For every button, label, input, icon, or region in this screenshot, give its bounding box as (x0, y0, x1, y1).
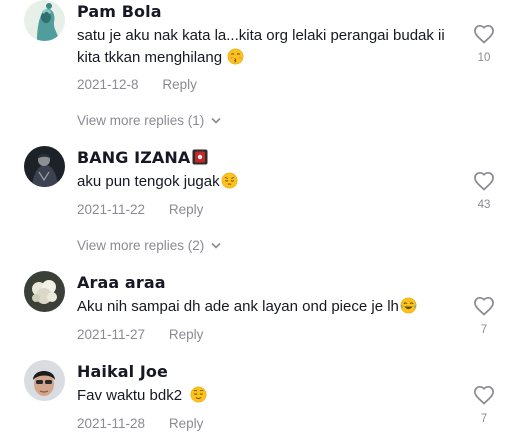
playing-card-emoji (192, 149, 208, 165)
heart-outline-icon[interactable] (473, 385, 495, 405)
heart-outline-icon[interactable] (473, 296, 495, 316)
kissing-face-emoji (227, 48, 244, 65)
like-count: 7 (480, 324, 488, 336)
like-button[interactable]: 7 (470, 296, 498, 336)
like-button[interactable]: 10 (470, 24, 498, 64)
reply-button[interactable]: Reply (169, 327, 204, 342)
comment-text: aku pun tengok jugak (77, 171, 462, 193)
heart-outline-icon[interactable] (473, 24, 495, 44)
comment-meta: 2021-11-27 Reply (77, 327, 203, 342)
avatar-image (24, 146, 65, 187)
view-more-replies-button[interactable]: View more replies (2) (77, 238, 221, 253)
heart-outline-icon[interactable] (473, 171, 495, 191)
like-count: 7 (480, 413, 488, 425)
like-count: 10 (477, 52, 491, 64)
tears-of-joy-emoji (400, 297, 417, 314)
reply-button[interactable]: Reply (162, 77, 197, 92)
comment-text: satu je aku nak kata la...kita org lelak… (77, 27, 445, 66)
comment-username[interactable]: Pam Bola (77, 2, 162, 21)
reply-button[interactable]: Reply (169, 416, 204, 431)
pensive-face-emoji (221, 172, 238, 189)
comment-text: Fav waktu bdk2 (77, 385, 462, 407)
comment-username[interactable]: Haikal Joe (77, 362, 168, 381)
like-button[interactable]: 7 (470, 385, 498, 425)
avatar-image (24, 0, 65, 41)
comment-text: Aku nih sampai dh ade ank layan ond piec… (77, 296, 462, 318)
comment-meta: 2021-12-8 Reply (77, 77, 197, 92)
comment-meta: 2021-11-28 Reply (77, 416, 203, 431)
comment-meta: 2021-11-22 Reply (77, 202, 203, 217)
comment-date: 2021-11-27 (77, 327, 146, 342)
avatar[interactable] (24, 146, 65, 187)
comment-date: 2021-12-8 (77, 77, 139, 92)
relieved-face-emoji (190, 386, 207, 403)
avatar[interactable] (24, 0, 65, 41)
comment-date: 2021-11-22 (77, 202, 146, 217)
chevron-down-icon (211, 117, 221, 124)
reply-button[interactable]: Reply (169, 202, 204, 217)
comment-username[interactable]: BANG IZANA (77, 148, 208, 167)
comment-date: 2021-11-28 (77, 416, 146, 431)
view-more-replies-button[interactable]: View more replies (1) (77, 113, 221, 128)
comment-username[interactable]: Araa araa (77, 273, 166, 292)
avatar[interactable] (24, 271, 65, 312)
like-button[interactable]: 43 (470, 171, 498, 211)
avatar-image (24, 271, 65, 312)
chevron-down-icon (211, 242, 221, 249)
avatar-image (24, 360, 65, 401)
like-count: 43 (477, 199, 491, 211)
avatar[interactable] (24, 360, 65, 401)
